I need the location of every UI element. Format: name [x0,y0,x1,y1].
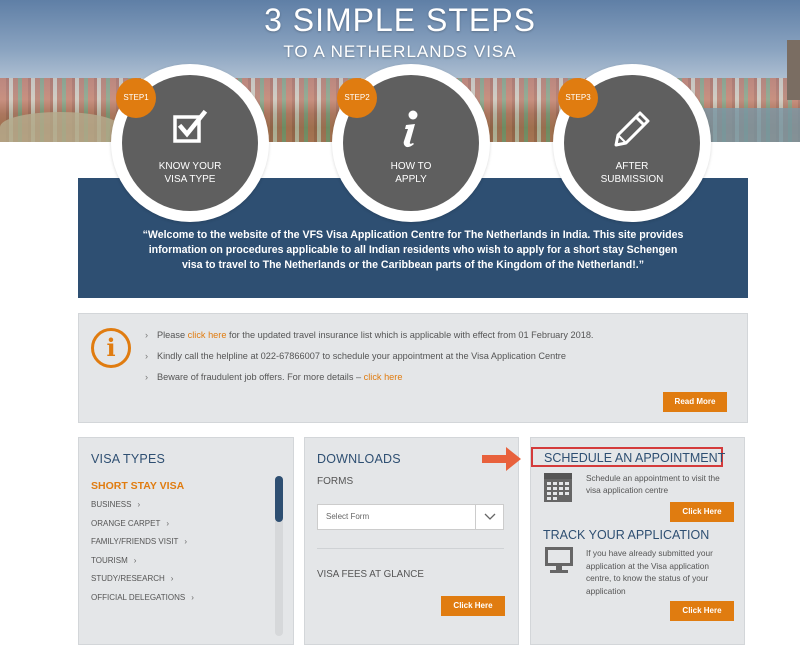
chevron-right-icon: › [137,500,141,509]
visa-type-list: BUSINESS › ORANGE CARPET › FAMILY/FRIENDS … [91,499,194,610]
visa-type-official-delegations[interactable]: OFFICIAL DELEGATIONS › [91,592,194,611]
visa-type-tourism[interactable]: TOURISM › [91,555,194,574]
visa-type-business[interactable]: BUSINESS › [91,499,194,518]
track-application-title: TRACK YOUR APPLICATION [543,528,710,542]
insurance-link[interactable]: click here [188,330,227,340]
dune-image [0,112,120,142]
select-form-value: Select Form [326,512,370,521]
short-stay-visa-heading[interactable]: SHORT STAY VISA [91,480,184,492]
visa-type-study-research[interactable]: STUDY/RESEARCH › [91,573,194,592]
chevron-right-icon: › [145,372,149,382]
schedule-panel: SCHEDULE AN APPOINTMENT Schedule an appo… [530,437,745,645]
visa-fees-label: VISA FEES AT GLANCE [317,569,424,580]
arrow-right-icon [482,447,521,471]
computer-icon [545,547,573,573]
chevron-right-icon: › [145,330,149,340]
calendar-icon [544,473,572,502]
list-item: › Kindly call the helpline at 022-6786600… [145,349,593,370]
schedule-description: Schedule an appointment to visit the vis… [586,473,720,495]
visa-fees-button[interactable]: Click Here [441,596,505,616]
downloads-title: DOWNLOADS [317,452,401,466]
hero-subtitle: TO A NETHERLANDS VISA [283,42,517,61]
welcome-text: “Welcome to the website of the VFS Visa … [142,229,684,271]
step-label: KNOW YOUR VISA TYPE [158,161,222,185]
select-form-dropdown[interactable]: Select Form [317,504,504,530]
step-badge: STEP2 [337,78,377,118]
divider [317,548,504,549]
step-label: HOW TO APPLY [390,161,432,185]
notice-box: i › Please click here for the updated tra… [78,313,748,423]
schedule-title: SCHEDULE AN APPOINTMENT [544,451,726,465]
list-item: › Beware of fraudulent job offers. For mo… [145,370,593,391]
forms-label: FORMS [317,476,354,487]
notice-list: › Please click here for the updated trave… [145,328,593,391]
chevron-right-icon: › [145,351,149,361]
list-item: › Please click here for the updated trave… [145,328,593,349]
schedule-appointment-button[interactable]: Click Here [670,502,734,522]
step-2-how-to-apply[interactable]: HOW TO APPLY STEP2 [332,64,490,222]
chevron-right-icon: › [133,555,137,565]
chevron-right-icon: › [170,574,174,583]
step-badge: STEP1 [116,78,156,118]
chevron-right-icon: › [184,537,188,546]
schedule-title-highlight: SCHEDULE AN APPOINTMENT [531,447,726,467]
info-circle-icon: i [91,328,131,368]
track-application-button[interactable]: Click Here [670,601,734,621]
visa-types-title: VISA TYPES [91,452,166,466]
track-description: If you have already submitted your appli… [586,548,713,596]
step-label: AFTER SUBMISSION [600,161,664,185]
step-1-know-visa-type[interactable]: KNOW YOUR VISA TYPE STEP1 [111,64,269,222]
chevron-right-icon: › [166,518,170,528]
visa-types-panel: VISA TYPES SHORT STAY VISA BUSINESS › ORA… [78,437,294,645]
fraud-details-link[interactable]: click here [364,372,403,382]
step-badge: STEP3 [558,78,598,118]
hero-title: 3 SIMPLE STEPS [264,2,536,38]
chevron-down-icon [475,505,503,529]
visa-type-orange-carpet[interactable]: ORANGE CARPET › [91,518,194,537]
scrollbar-thumb[interactable] [275,476,283,522]
chevron-right-icon: › [191,592,194,602]
read-more-button[interactable]: Read More [663,392,727,412]
visa-type-family-visit[interactable]: FAMILY/FRIENDS VISIT › [91,536,194,555]
step-3-after-submission[interactable]: AFTER SUBMISSION STEP3 [553,64,711,222]
